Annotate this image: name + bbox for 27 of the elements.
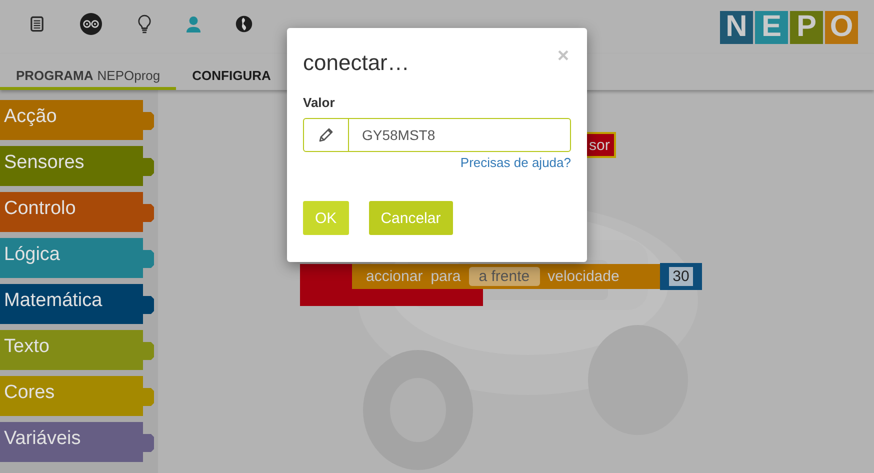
category-block[interactable]: Texto <box>0 330 154 370</box>
category-block[interactable]: Sensores <box>0 146 154 186</box>
logo-letter: E <box>755 10 788 44</box>
field-label: Valor <box>303 95 336 110</box>
globe-icon[interactable] <box>235 15 253 33</box>
number-field[interactable]: 30 <box>668 267 694 286</box>
logo-letter: O <box>825 10 858 44</box>
dialog-title: conectar… <box>303 49 410 76</box>
category-block[interactable]: Variáveis <box>0 422 154 462</box>
owl-icon[interactable] <box>79 12 103 36</box>
block-label: velocidade <box>548 268 620 285</box>
category-block[interactable]: Controlo <box>0 192 154 232</box>
lightbulb-icon[interactable] <box>137 14 152 34</box>
document-icon[interactable] <box>29 15 45 33</box>
logo-letter: P <box>790 10 823 44</box>
category-block[interactable]: Cores <box>0 376 154 416</box>
input-field[interactable]: GY58MST8 <box>303 118 571 152</box>
category-block[interactable]: Lógica <box>0 238 154 278</box>
block-label: para <box>430 268 461 285</box>
tab[interactable]: CONFIGURA <box>176 54 287 90</box>
category-block[interactable]: Matemática <box>0 284 154 324</box>
pencil-icon <box>318 127 334 143</box>
logo-letter: N <box>720 10 753 44</box>
direction-dropdown[interactable]: a frente <box>468 267 540 286</box>
block-label: accionar <box>366 268 423 285</box>
category-block[interactable]: Acção <box>0 100 154 140</box>
help-link[interactable]: Precisas de ajuda? <box>460 155 571 170</box>
